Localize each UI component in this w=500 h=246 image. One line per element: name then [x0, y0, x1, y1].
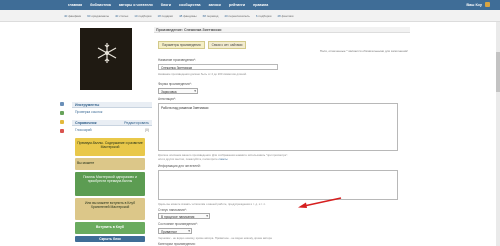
form-tabs: Параметры произведения Связи с сет. сайт…	[158, 41, 247, 49]
tools-panel-title: Инструменты	[72, 102, 152, 108]
tab-work-params[interactable]: Параметры произведения	[158, 41, 205, 49]
nav-records[interactable]: записи	[209, 3, 221, 7]
glossary-link[interactable]: Глоссарий	[75, 128, 92, 132]
sub-nav-bar: 40 фанфики 90 ориджиналы 40 статьи 10 по…	[0, 10, 500, 22]
join-club-text: Или вы можете вступить в Клуб Хранителей…	[75, 198, 145, 220]
nav-communities[interactable]: сообщества	[179, 3, 201, 7]
category-label: Категории произведения:	[158, 242, 196, 246]
state-hint: Черновик - не видно никому, кроме автора…	[158, 236, 272, 240]
sub-item[interactable]: 40 фанфики	[64, 14, 81, 18]
reference-panel-title: Справочник Редактировать	[72, 120, 152, 126]
user-menu[interactable]: Ваш Кэу	[466, 2, 490, 7]
hide-block-button[interactable]: Скрыть блок	[75, 236, 145, 242]
red-arrow-annotation	[298, 197, 342, 208]
tips-link[interactable]: советы	[218, 157, 227, 161]
tab-social-links[interactable]: Связи с сет. сайтами	[207, 41, 247, 49]
sub-item[interactable]: 40 переключатель	[224, 14, 250, 18]
join-club-button[interactable]: Вступить в Клуб	[75, 222, 145, 234]
status-icon-blue	[60, 102, 64, 106]
glossary-row[interactable]: Глоссарий (0)	[75, 128, 149, 132]
status-icon-yellow	[60, 120, 64, 124]
status-icon-red	[60, 129, 64, 133]
page-scrollbar[interactable]	[496, 22, 500, 246]
snowflake-icon	[97, 43, 117, 63]
left-sidebar: Инструменты Проверка ссылок Справочник Р…	[60, 22, 152, 246]
glossary-count: (0)	[144, 128, 149, 132]
support-workshop-button[interactable]: Помочь Мастерской одноразово и приобрест…	[75, 172, 145, 196]
reference-title: Справочник	[75, 121, 97, 125]
form-label: Форма произведения*:	[158, 82, 192, 86]
sub-item[interactable]: 40 статьи	[115, 14, 128, 18]
nav-library[interactable]: библиотека	[90, 3, 111, 7]
reader-info-textarea[interactable]	[158, 170, 398, 200]
title-label: Название произведения*:	[158, 58, 197, 62]
nav-blogs[interactable]: блоги	[161, 3, 171, 7]
reference-edit-link[interactable]: Редактировать	[124, 121, 149, 125]
reader-info-hint: Здесь вы можете сказать читателям о ваше…	[158, 202, 266, 206]
scrollbar-thumb[interactable]	[496, 52, 500, 92]
main-nav: главная библиотека авторы и читатели бло…	[68, 3, 268, 7]
sub-item[interactable]: 68 перевод	[203, 14, 219, 18]
status-select[interactable]: В процессе написания	[158, 213, 210, 219]
page-title: Произведение: Снежинка Зиетмиски	[154, 27, 410, 33]
sub-item[interactable]: 10 подборки	[134, 14, 151, 18]
annotation-hint-text: или в других местах, пожалуйста, посмотр…	[158, 157, 218, 161]
annotation-textarea[interactable]: Работа над романом Зиетмиски	[158, 103, 398, 151]
state-select[interactable]: Приватное	[158, 228, 192, 234]
sub-item[interactable]: 90 ориджиналы	[87, 14, 109, 18]
sub-item[interactable]: 48 фантики	[277, 14, 293, 18]
work-cover-image	[80, 28, 132, 90]
nav-ratings[interactable]: рейтинги	[229, 3, 245, 7]
title-hint: Название произведения должно быть от 2 д…	[158, 72, 247, 76]
you-can-text: Вы можете	[75, 158, 145, 170]
sub-item[interactable]: 48 фандомы	[179, 14, 197, 18]
status-label: Статус написания*:	[158, 208, 187, 212]
main-content: Произведение: Снежинка Зиетмиски Парамет…	[154, 22, 410, 246]
sub-nav: 40 фанфики 90 ориджиналы 40 статьи 10 по…	[64, 14, 293, 18]
annotation-hint-2: или в других местах, пожалуйста, посмотр…	[158, 157, 228, 161]
top-nav-bar: главная библиотека авторы и читатели бло…	[0, 0, 500, 10]
reader-info-label: Информация для читателей:	[158, 164, 201, 168]
nav-rules[interactable]: правила	[253, 3, 268, 7]
state-label: Состояние произведения*:	[158, 222, 198, 226]
nav-authors[interactable]: авторы и читатели	[119, 3, 153, 7]
check-links-link[interactable]: Проверка ссылок	[75, 110, 102, 114]
form-select[interactable]: Зарисовка	[158, 88, 198, 94]
nav-home[interactable]: главная	[68, 3, 82, 7]
side-status-icons	[60, 102, 66, 142]
required-note: Поля, отмеченные * являются обязательным…	[319, 49, 408, 53]
user-name: Ваш Кэу	[466, 2, 482, 7]
title-input[interactable]: Снежинка Зиетмиски	[158, 64, 278, 70]
avatar	[485, 2, 490, 7]
premium-points-promo[interactable]: Премиум-баллы. Содержание и развитие Мас…	[75, 138, 145, 156]
status-icon-green	[60, 111, 64, 115]
sub-item[interactable]: 18 подарки	[157, 14, 173, 18]
sub-item[interactable]: 6 подборки	[256, 14, 272, 18]
annotation-label: Аннотация*:	[158, 97, 177, 101]
